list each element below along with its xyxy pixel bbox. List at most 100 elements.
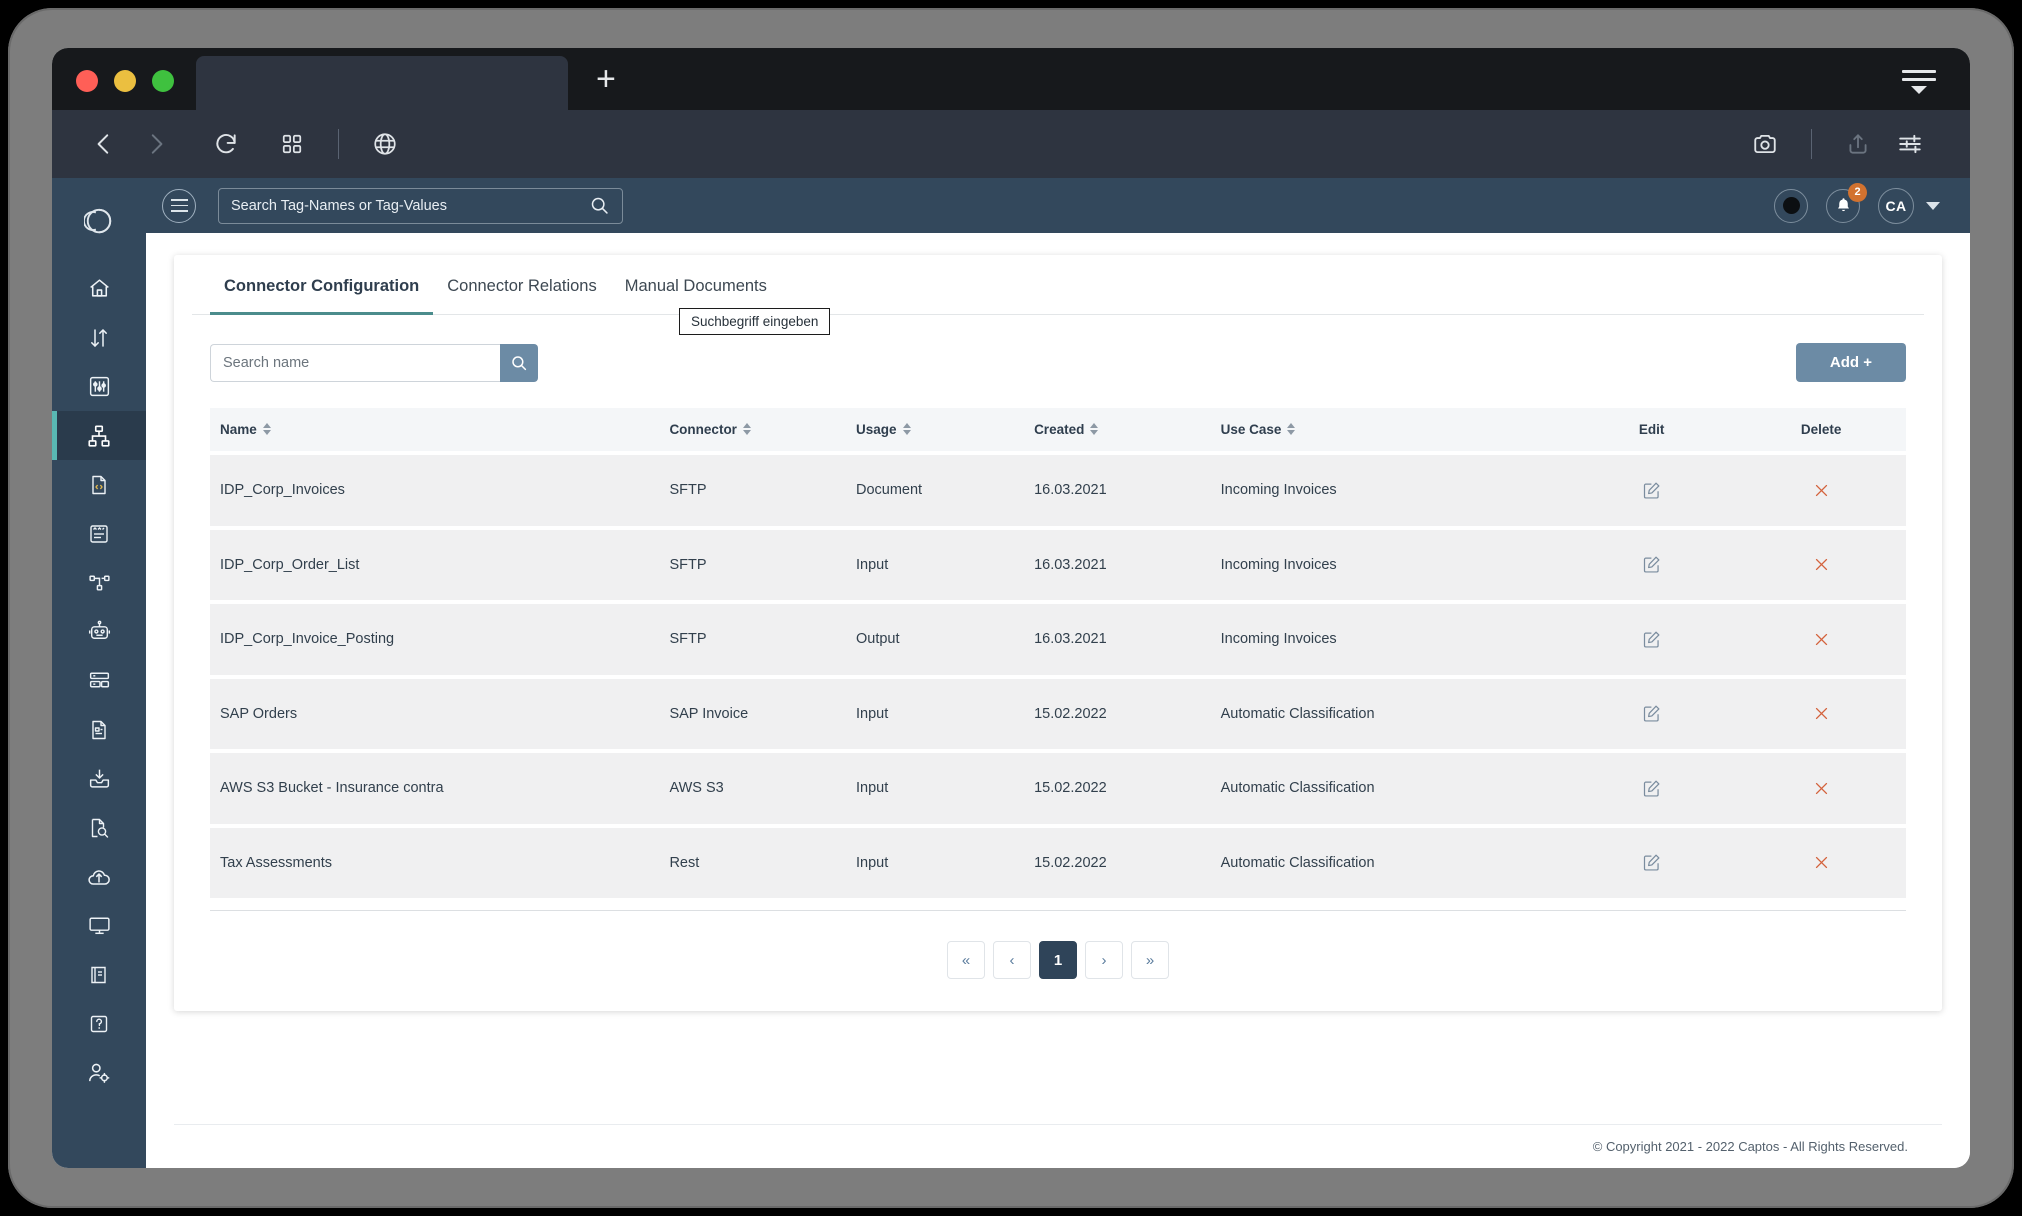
pencil-square-icon[interactable] bbox=[1636, 849, 1668, 877]
close-x-icon[interactable] bbox=[1805, 476, 1837, 504]
record-dot-icon[interactable] bbox=[1774, 188, 1808, 223]
pagination-next[interactable]: › bbox=[1085, 941, 1123, 979]
sidebar-item-invoice[interactable] bbox=[52, 705, 146, 754]
sidebar-item-logo[interactable] bbox=[52, 190, 146, 252]
pencil-square-icon[interactable] bbox=[1636, 625, 1668, 653]
close-x-icon[interactable] bbox=[1805, 774, 1837, 802]
sidebar-item-book[interactable] bbox=[52, 950, 146, 999]
sort-icon[interactable] bbox=[742, 423, 751, 436]
sidebar-item-checklist[interactable] bbox=[52, 509, 146, 558]
minimize-window-button[interactable] bbox=[114, 70, 136, 92]
sort-icon[interactable] bbox=[1287, 423, 1296, 436]
pagination-last[interactable]: » bbox=[1131, 941, 1169, 979]
sidebar-item-settings-panel[interactable] bbox=[52, 362, 146, 411]
cell-delete bbox=[1736, 604, 1906, 675]
pencil-square-icon[interactable] bbox=[1636, 700, 1668, 728]
browser-toolbar-right bbox=[1739, 118, 1936, 170]
sidebar-item-bot[interactable] bbox=[52, 607, 146, 656]
search-input[interactable] bbox=[210, 343, 500, 382]
reload-icon[interactable] bbox=[200, 118, 252, 170]
global-search-input[interactable]: Search Tag-Names or Tag-Values bbox=[218, 187, 623, 224]
column-header-name[interactable]: Name bbox=[210, 408, 660, 451]
column-header-use-case[interactable]: Use Case bbox=[1210, 408, 1567, 451]
grid-apps-icon[interactable] bbox=[266, 118, 318, 170]
tab-connector-relations[interactable]: Connector Relations bbox=[433, 255, 611, 315]
content-area: Connector Configuration Connector Relati… bbox=[146, 233, 1970, 1168]
pencil-square-icon[interactable] bbox=[1636, 774, 1668, 802]
cell-delete bbox=[1736, 529, 1906, 600]
footer: © Copyright 2021 - 2022 Captos - All Rig… bbox=[174, 1124, 1942, 1168]
sidebar-item-code-document[interactable] bbox=[52, 460, 146, 509]
cell-created: 15.02.2022 bbox=[1024, 827, 1211, 898]
close-x-icon[interactable] bbox=[1805, 625, 1837, 653]
sidebar-item-home[interactable] bbox=[52, 264, 146, 313]
pagination-prev[interactable]: ‹ bbox=[993, 941, 1031, 979]
tab-bar: Connector Configuration Connector Relati… bbox=[192, 255, 1924, 315]
cell-delete bbox=[1736, 455, 1906, 526]
column-header-delete: Delete bbox=[1736, 408, 1906, 451]
cell-use-case: Automatic Classification bbox=[1210, 753, 1567, 824]
sort-icon[interactable] bbox=[1090, 423, 1099, 436]
search-tooltip: Suchbegriff eingeben bbox=[679, 308, 831, 335]
cell-created: 16.03.2021 bbox=[1024, 455, 1211, 526]
pagination-page-1[interactable]: 1 bbox=[1039, 941, 1077, 979]
notification-badge: 2 bbox=[1848, 182, 1867, 202]
sidebar-item-cloud-upload[interactable] bbox=[52, 852, 146, 901]
connector-configuration-card: Connector Configuration Connector Relati… bbox=[174, 255, 1942, 1011]
search-button[interactable] bbox=[500, 343, 538, 382]
browser-tab[interactable] bbox=[196, 56, 568, 110]
sidebar-item-server[interactable] bbox=[52, 656, 146, 705]
table-row[interactable]: IDP_Corp_Invoices SFTP Document 16.03.2021 I… bbox=[210, 455, 1906, 526]
sidebar-item-help[interactable] bbox=[52, 999, 146, 1048]
close-x-icon[interactable] bbox=[1805, 551, 1837, 579]
globe-icon[interactable] bbox=[359, 118, 411, 170]
table-row[interactable]: IDP_Corp_Order_List SFTP Input 16.03.2021 In… bbox=[210, 529, 1906, 600]
cell-delete bbox=[1736, 678, 1906, 749]
sort-icon[interactable] bbox=[902, 423, 911, 436]
sidebar-item-connectors[interactable] bbox=[52, 411, 146, 460]
camera-icon[interactable] bbox=[1739, 118, 1791, 170]
window-controls bbox=[52, 70, 196, 110]
hamburger-icon[interactable] bbox=[162, 188, 196, 223]
sidebar-item-transfer[interactable] bbox=[52, 313, 146, 362]
sort-icon[interactable] bbox=[262, 423, 271, 436]
close-x-icon[interactable] bbox=[1805, 700, 1837, 728]
cell-use-case: Incoming Invoices bbox=[1210, 455, 1567, 526]
table-row[interactable]: SAP Orders SAP Invoice Input 15.02.2022 Auto… bbox=[210, 678, 1906, 749]
tab-connector-configuration[interactable]: Connector Configuration bbox=[210, 255, 434, 315]
table-row[interactable]: IDP_Corp_Invoice_Posting SFTP Output 16.03.… bbox=[210, 604, 1906, 675]
sidebar-item-user-settings[interactable] bbox=[52, 1048, 146, 1097]
pencil-square-icon[interactable] bbox=[1636, 551, 1668, 579]
hamburger-menu-icon[interactable] bbox=[1902, 70, 1936, 94]
notifications-button[interactable]: 2 bbox=[1826, 182, 1867, 223]
column-header-connector[interactable]: Connector bbox=[659, 408, 846, 451]
close-x-icon[interactable] bbox=[1805, 849, 1837, 877]
chevron-down-icon[interactable] bbox=[1926, 201, 1940, 210]
cell-use-case: Automatic Classification bbox=[1210, 827, 1567, 898]
column-label: Created bbox=[1034, 422, 1085, 437]
column-header-usage[interactable]: Usage bbox=[845, 408, 1025, 451]
sidebar-item-document-search[interactable] bbox=[52, 803, 146, 852]
cell-name: AWS S3 Bucket - Insurance contra bbox=[210, 753, 660, 824]
column-label: Use Case bbox=[1220, 422, 1282, 437]
pagination-first[interactable]: « bbox=[947, 941, 985, 979]
sidebar-item-inbox-download[interactable] bbox=[52, 754, 146, 803]
forward-arrow-icon[interactable] bbox=[130, 118, 182, 170]
table-row[interactable]: Tax Assessments Rest Input 15.02.2022 Automa… bbox=[210, 827, 1906, 898]
new-tab-button[interactable]: + bbox=[568, 62, 644, 110]
maximize-window-button[interactable] bbox=[152, 70, 174, 92]
sidebar-item-workflow[interactable] bbox=[52, 558, 146, 607]
browser-tabbar: + bbox=[52, 48, 1970, 110]
sliders-icon[interactable] bbox=[1884, 118, 1936, 170]
add-button[interactable]: Add + bbox=[1795, 343, 1906, 382]
back-arrow-icon[interactable] bbox=[78, 118, 130, 170]
tab-manual-documents[interactable]: Manual Documents bbox=[611, 255, 781, 315]
table-row[interactable]: AWS S3 Bucket - Insurance contra AWS S3 In… bbox=[210, 753, 1906, 824]
pencil-square-icon[interactable] bbox=[1636, 476, 1668, 504]
share-upload-icon[interactable] bbox=[1832, 118, 1884, 170]
sidebar-item-monitor[interactable] bbox=[52, 901, 146, 950]
avatar[interactable]: CA bbox=[1878, 187, 1914, 224]
cell-edit bbox=[1566, 455, 1737, 526]
column-header-created[interactable]: Created bbox=[1024, 408, 1211, 451]
close-window-button[interactable] bbox=[76, 70, 98, 92]
